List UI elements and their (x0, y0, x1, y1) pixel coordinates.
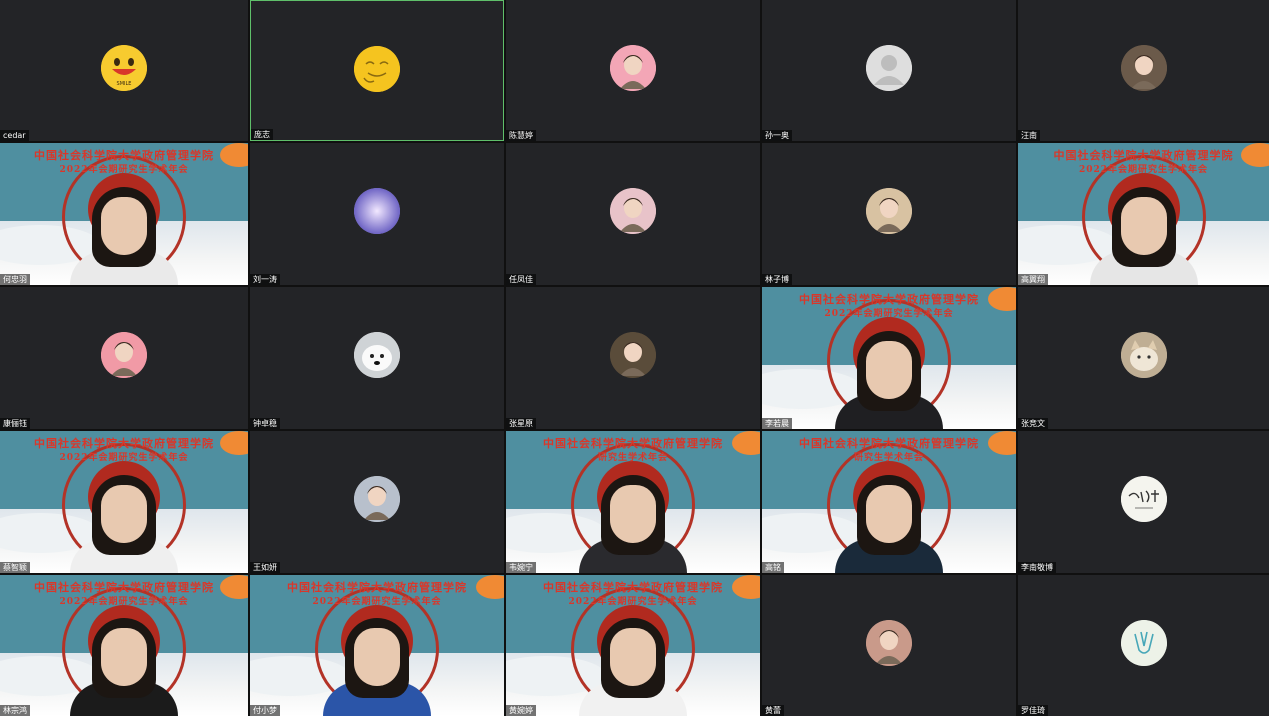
participant-tile[interactable]: 中国社会科学院大学政府管理学院 2022年会期研究生学术年会 付小梦 (250, 575, 504, 716)
virtual-background-title: 中国社会科学院大学政府管理学院 (34, 581, 214, 594)
participant-video-feed (64, 598, 184, 716)
participant-tile[interactable]: 中国社会科学院大学政府管理学院 2022年会期研究生学术年会 何忠羽 (0, 143, 248, 285)
participant-name-label: 钟卓稳 (250, 418, 280, 429)
participant-tile[interactable]: 罗佳琦 (1018, 575, 1269, 716)
participant-tile[interactable]: 庞志 (250, 0, 504, 141)
participant-tile[interactable]: 林子博 (762, 143, 1016, 285)
purple-flower-avatar-icon (354, 188, 400, 234)
participant-tile[interactable]: 黄蕾 (762, 575, 1016, 716)
person-face (610, 485, 656, 543)
participant-name-label: cedar (0, 130, 29, 141)
virtual-background-title: 中国社会科学院大学政府管理学院 (543, 437, 723, 450)
participant-tile[interactable]: 中国社会科学院大学政府管理学院 2022年会期研究生学术年会 李若晨 (762, 287, 1016, 429)
participant-tile[interactable]: 中国社会科学院大学政府管理学院 2022年会期研究生学术年会 蔡智颖 (0, 431, 248, 573)
participant-name-label: 林子博 (762, 274, 792, 285)
participant-tile[interactable]: 中国社会科学院大学政府管理学院 2022年会期研究生学术年会 林宗鸿 (0, 575, 248, 716)
white-hair-avatar-icon (354, 476, 400, 522)
cat-avatar-icon (1120, 332, 1167, 378)
person-face (354, 628, 400, 686)
participant-video-feed (317, 598, 437, 716)
participant-name-label: 汪南 (1018, 130, 1040, 141)
video-gallery-grid: SMILE cedar 庞志 陈慧婷 孙一奥 汪南 中国社会科学院大学政府管理学… (0, 0, 1269, 716)
participant-tile[interactable]: 刘一涛 (250, 143, 504, 285)
virtual-background-title: 中国社会科学院大学政府管理学院 (799, 293, 979, 306)
anime-girl-avatar-icon (610, 45, 656, 91)
participant-tile[interactable]: 中国社会科学院大学政府管理学院 研究生学术年会 韦婉宁 (506, 431, 760, 573)
person-face (610, 628, 656, 686)
participant-tile[interactable]: 中国社会科学院大学政府管理学院 研究生学术年会 高铭 (762, 431, 1016, 573)
participant-tile[interactable]: 王如妍 (250, 431, 504, 573)
participant-video-feed (64, 455, 184, 573)
participant-tile[interactable]: 钟卓稳 (250, 287, 504, 429)
virtual-background-title: 中国社会科学院大学政府管理学院 (543, 581, 723, 594)
white-dog-avatar-icon (354, 332, 400, 378)
virtual-background-title: 中国社会科学院大学政府管理学院 (1053, 149, 1234, 162)
virtual-background-title: 中国社会科学院大学政府管理学院 (799, 437, 979, 450)
person-face (866, 341, 912, 399)
participant-name-label: 黄婉婷 (506, 705, 536, 716)
default-user-icon (866, 45, 912, 91)
participant-name-label: 林宗鸿 (0, 705, 30, 716)
participant-tile[interactable]: 陈慧婷 (506, 0, 760, 141)
smile-emoji-icon: SMILE (101, 45, 147, 91)
person-face (1120, 197, 1167, 255)
person-face (866, 485, 912, 543)
smirk-emoji-icon (354, 46, 400, 92)
participant-name-label: 张竞文 (1018, 418, 1048, 429)
photo-girl-avatar-icon (866, 620, 912, 666)
participant-name-label: 高翼翔 (1018, 274, 1048, 285)
participant-tile[interactable]: 孙一奥 (762, 0, 1016, 141)
participant-name-label: 陈慧婷 (506, 130, 536, 141)
participant-name-label: 刘一涛 (250, 274, 280, 285)
person-face (101, 485, 147, 543)
participant-name-label: 高铭 (762, 562, 784, 573)
participant-tile[interactable]: 任凤佳 (506, 143, 760, 285)
participant-name-label: 张星原 (506, 418, 536, 429)
vintage-portrait-avatar-icon (610, 332, 656, 378)
participant-name-label: 李若晨 (762, 418, 792, 429)
participant-name-label: 李南敬博 (1018, 562, 1056, 573)
participant-name-label: 付小梦 (250, 705, 280, 716)
participant-video-feed (829, 311, 949, 429)
participant-tile[interactable]: 李南敬博 (1018, 431, 1269, 573)
participant-tile[interactable]: 康俪钰 (0, 287, 248, 429)
participant-name-label: 韦婉宁 (506, 562, 536, 573)
participant-name-label: 蔡智颖 (0, 562, 30, 573)
participant-tile[interactable]: 张星原 (506, 287, 760, 429)
anime-girl-avatar-icon (101, 332, 147, 378)
participant-video-feed (573, 598, 693, 716)
participant-tile[interactable]: 张竞文 (1018, 287, 1269, 429)
person-face (101, 628, 147, 686)
virtual-background-title: 中国社会科学院大学政府管理学院 (287, 581, 467, 594)
participant-name-label: 罗佳琦 (1018, 705, 1048, 716)
man-photo-avatar-icon (1120, 45, 1167, 91)
participant-tile[interactable]: SMILE cedar (0, 0, 248, 141)
participant-tile[interactable]: 汪南 (1018, 0, 1269, 141)
participant-video-feed (829, 455, 949, 573)
svg-text:SMILE: SMILE (117, 81, 132, 87)
participant-name-label: 任凤佳 (506, 274, 536, 285)
handwriting-avatar-icon (1120, 476, 1167, 522)
cartoon-boy-avatar-icon (866, 188, 912, 234)
participant-name-label: 康俪钰 (0, 418, 30, 429)
participant-name-label: 庞志 (251, 129, 273, 140)
participant-name-label: 黄蕾 (762, 705, 784, 716)
participant-name-label: 王如妍 (250, 562, 280, 573)
participant-video-feed (1084, 167, 1204, 285)
participant-video-feed (64, 167, 184, 285)
tulip-doodle-avatar-icon (1120, 620, 1167, 666)
participant-tile[interactable]: 中国社会科学院大学政府管理学院 2022年会期研究生学术年会 高翼翔 (1018, 143, 1269, 285)
participant-video-feed (573, 455, 693, 573)
participant-name-label: 何忠羽 (0, 274, 30, 285)
participant-name-label: 孙一奥 (762, 130, 792, 141)
virtual-background-title: 中国社会科学院大学政府管理学院 (34, 437, 214, 450)
person-face (101, 197, 147, 255)
participant-tile[interactable]: 中国社会科学院大学政府管理学院 2022年会期研究生学术年会 黄婉婷 (506, 575, 760, 716)
virtual-background-title: 中国社会科学院大学政府管理学院 (34, 149, 214, 162)
anime-girl-avatar-icon (610, 188, 656, 234)
